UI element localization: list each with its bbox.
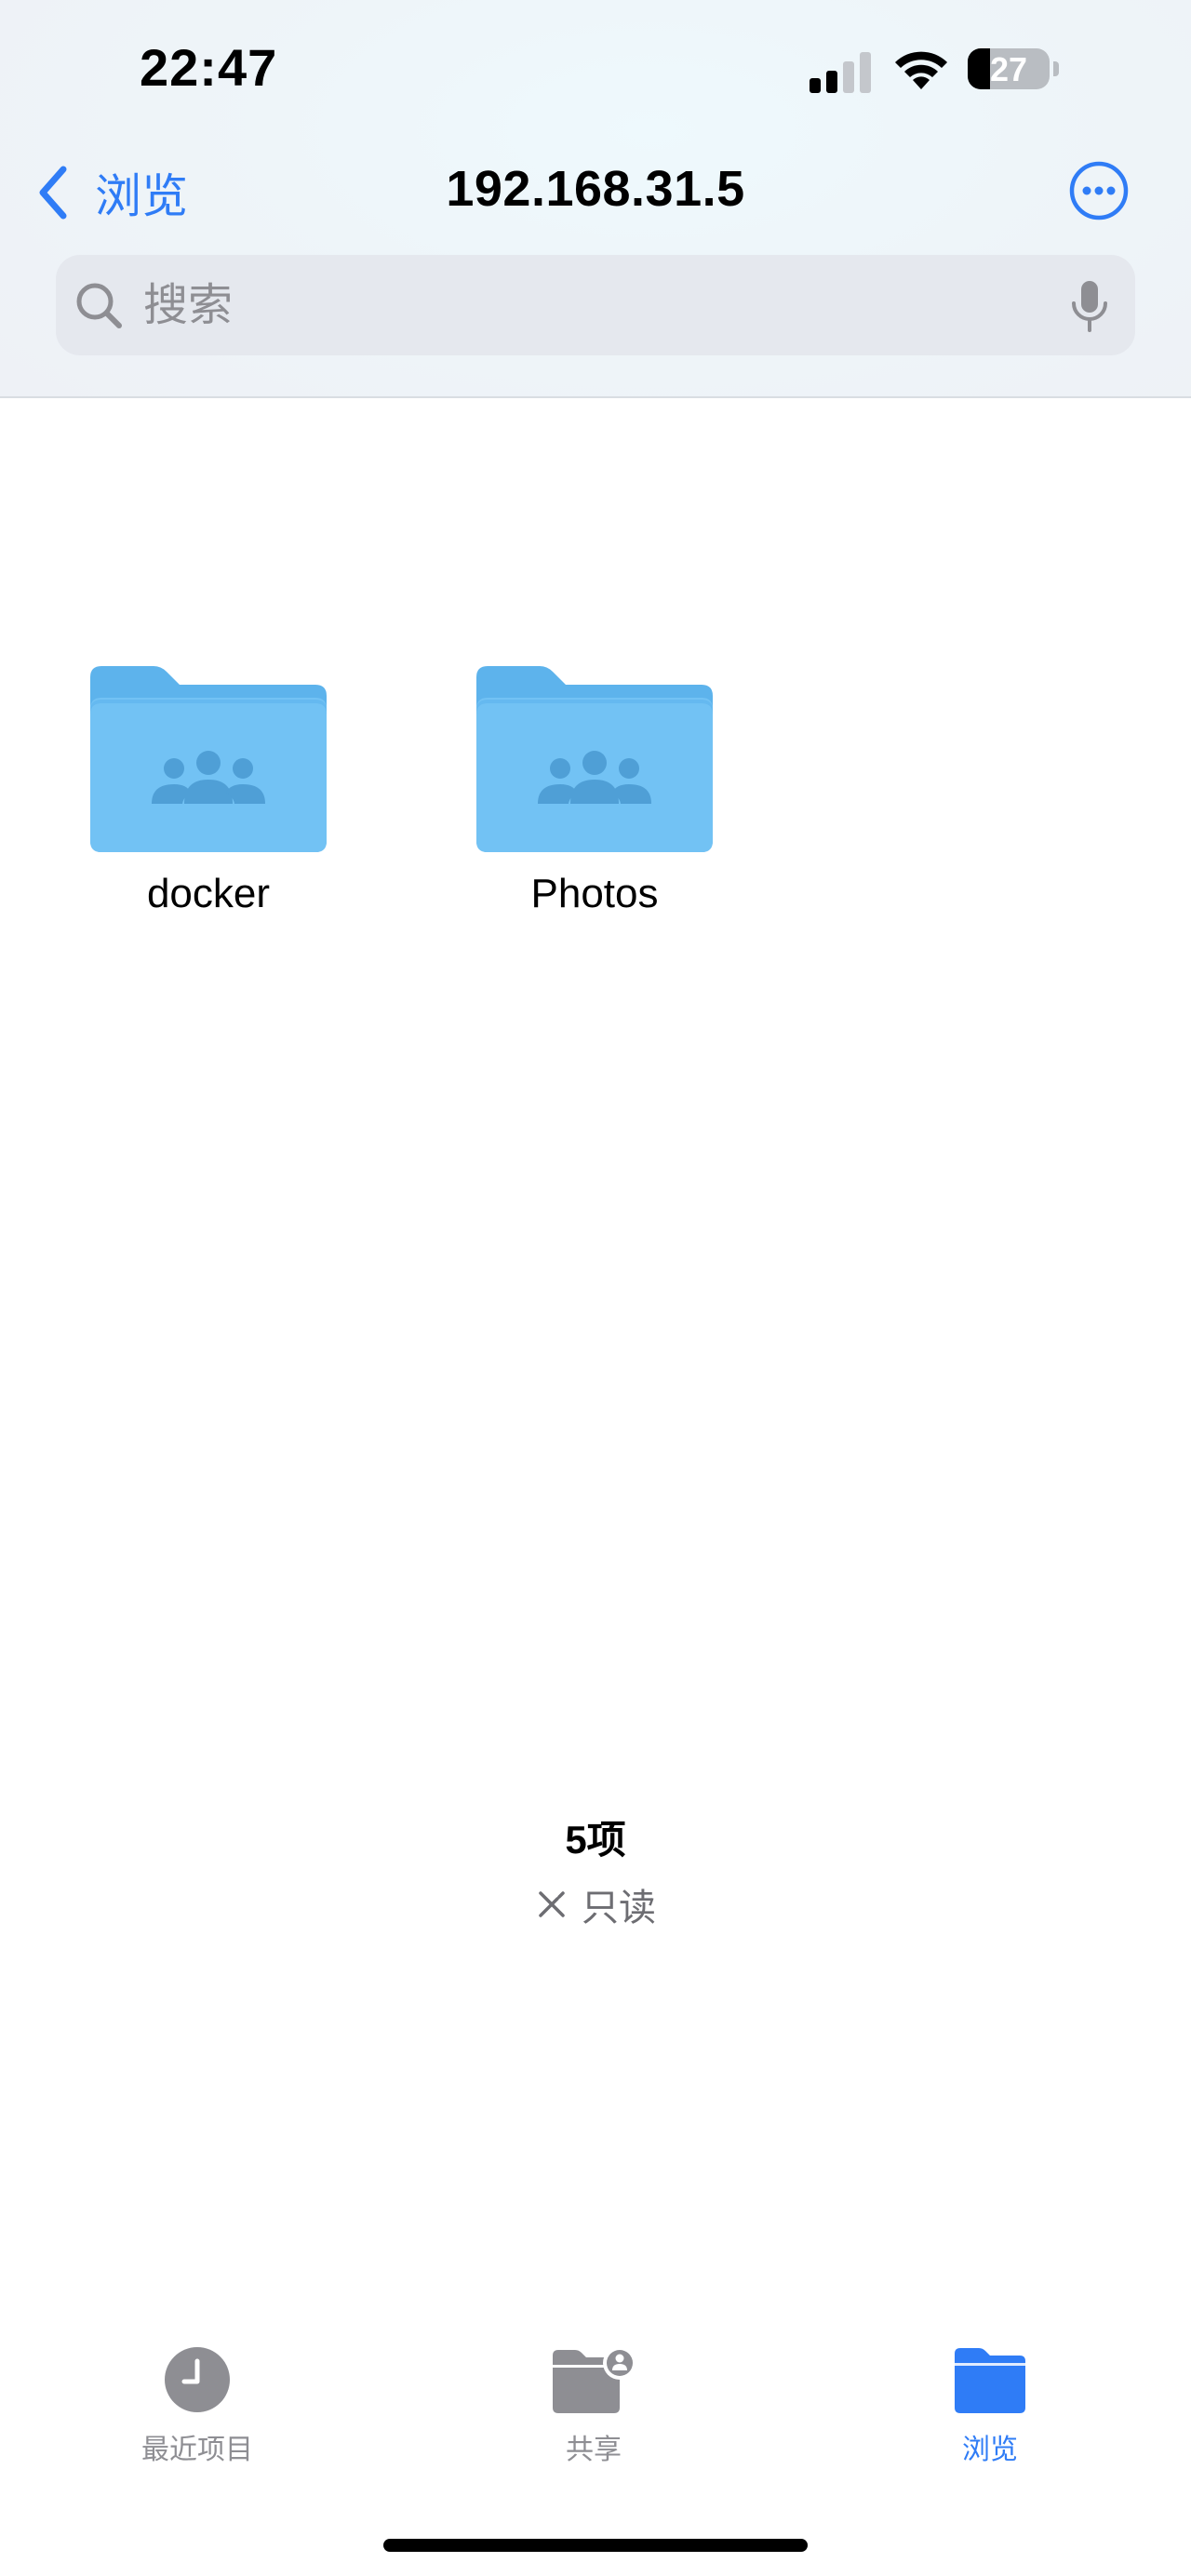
readonly-label: 只读 — [582, 1888, 656, 1929]
status-time: 22:47 — [140, 38, 278, 97]
folder-name: docker — [146, 871, 271, 916]
tab-label: 共享 — [566, 2435, 622, 2465]
tab-shared[interactable]: 共享 — [491, 2344, 696, 2467]
home-indicator[interactable] — [383, 2539, 808, 2552]
navigation-header: 22:47 27 浏览 192.168.31.5 — [0, 0, 1191, 398]
battery-tip — [1053, 61, 1059, 76]
folder-name: Photos — [530, 871, 659, 916]
shared-folder-icon — [476, 666, 713, 852]
cellular-signal-icon — [810, 52, 875, 93]
clock-icon — [165, 2347, 230, 2412]
tab-label: 浏览 — [962, 2435, 1018, 2465]
folder-item-docker[interactable]: docker — [69, 666, 348, 917]
pencil-slash-icon — [539, 1891, 565, 1917]
readonly-status: 只读 — [0, 1877, 1191, 1931]
search-input[interactable] — [143, 255, 981, 355]
status-indicators: 27 — [810, 45, 1144, 97]
tab-bar: 最近项目 共享 浏览 — [0, 2344, 1191, 2503]
tab-label: 最近项目 — [141, 2435, 253, 2465]
tab-browse[interactable]: 浏览 — [888, 2344, 1092, 2467]
wifi-icon — [895, 51, 947, 89]
page-title: 192.168.31.5 — [446, 161, 745, 217]
shared-folder-icon — [90, 666, 327, 852]
battery-icon: 27 — [968, 48, 1050, 89]
item-count: 5项 — [565, 1818, 626, 1862]
folder-icon — [955, 2348, 1025, 2413]
battery-percent: 27 — [989, 50, 1028, 88]
search-icon — [76, 283, 122, 328]
folder-item-photos[interactable]: Photos — [455, 666, 734, 917]
shared-folder-icon — [553, 2346, 636, 2413]
microphone-icon[interactable] — [1068, 279, 1111, 335]
tab-recents[interactable]: 最近项目 — [95, 2344, 300, 2467]
search-bar[interactable] — [56, 255, 1135, 355]
ellipsis-circle-icon[interactable] — [1068, 160, 1130, 221]
